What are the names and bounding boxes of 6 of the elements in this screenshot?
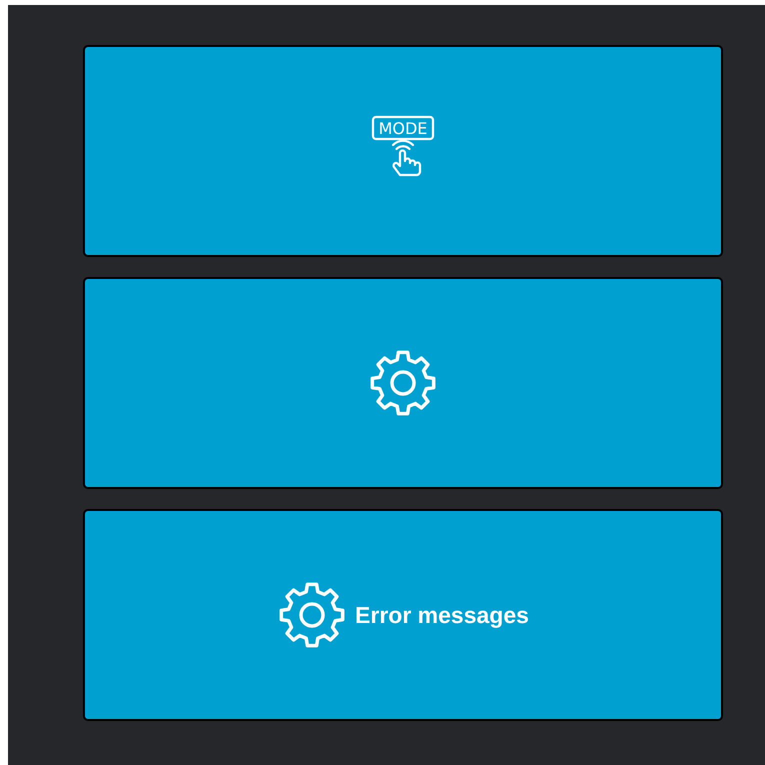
tile-button[interactable] (83, 277, 723, 489)
tile-label: Error messages (355, 602, 529, 628)
tile-button[interactable]: MODE (83, 45, 723, 257)
tile-button[interactable]: Error messages (83, 509, 723, 721)
settings-icon (277, 580, 348, 650)
settings-icon (368, 348, 438, 418)
